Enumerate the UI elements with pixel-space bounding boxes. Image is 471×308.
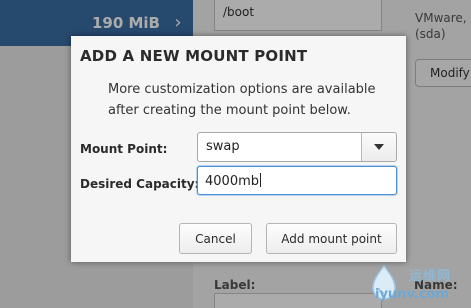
mount-point-dropdown-button[interactable] (361, 133, 396, 161)
desired-capacity-value: 4000mb (205, 174, 259, 189)
add-mount-point-dialog: ADD A NEW MOUNT POINT More customization… (71, 36, 406, 262)
watermark-text: 运维网 (409, 269, 452, 284)
dialog-title: ADD A NEW MOUNT POINT (80, 47, 308, 65)
mount-point-combobox[interactable]: swap (197, 132, 397, 162)
cancel-button[interactable]: Cancel (179, 223, 252, 254)
watermark-url: iyunv.com (375, 287, 449, 302)
dialog-description: More customization options are available… (108, 82, 376, 118)
desired-capacity-input[interactable]: 4000mb (197, 166, 397, 195)
text-cursor (260, 173, 261, 187)
mount-point-value[interactable]: swap (198, 133, 361, 161)
mount-point-label: Mount Point: (80, 142, 168, 156)
chevron-down-icon (374, 144, 384, 150)
desired-capacity-label: Desired Capacity: (80, 177, 200, 191)
add-mount-point-button[interactable]: Add mount point (266, 223, 397, 254)
